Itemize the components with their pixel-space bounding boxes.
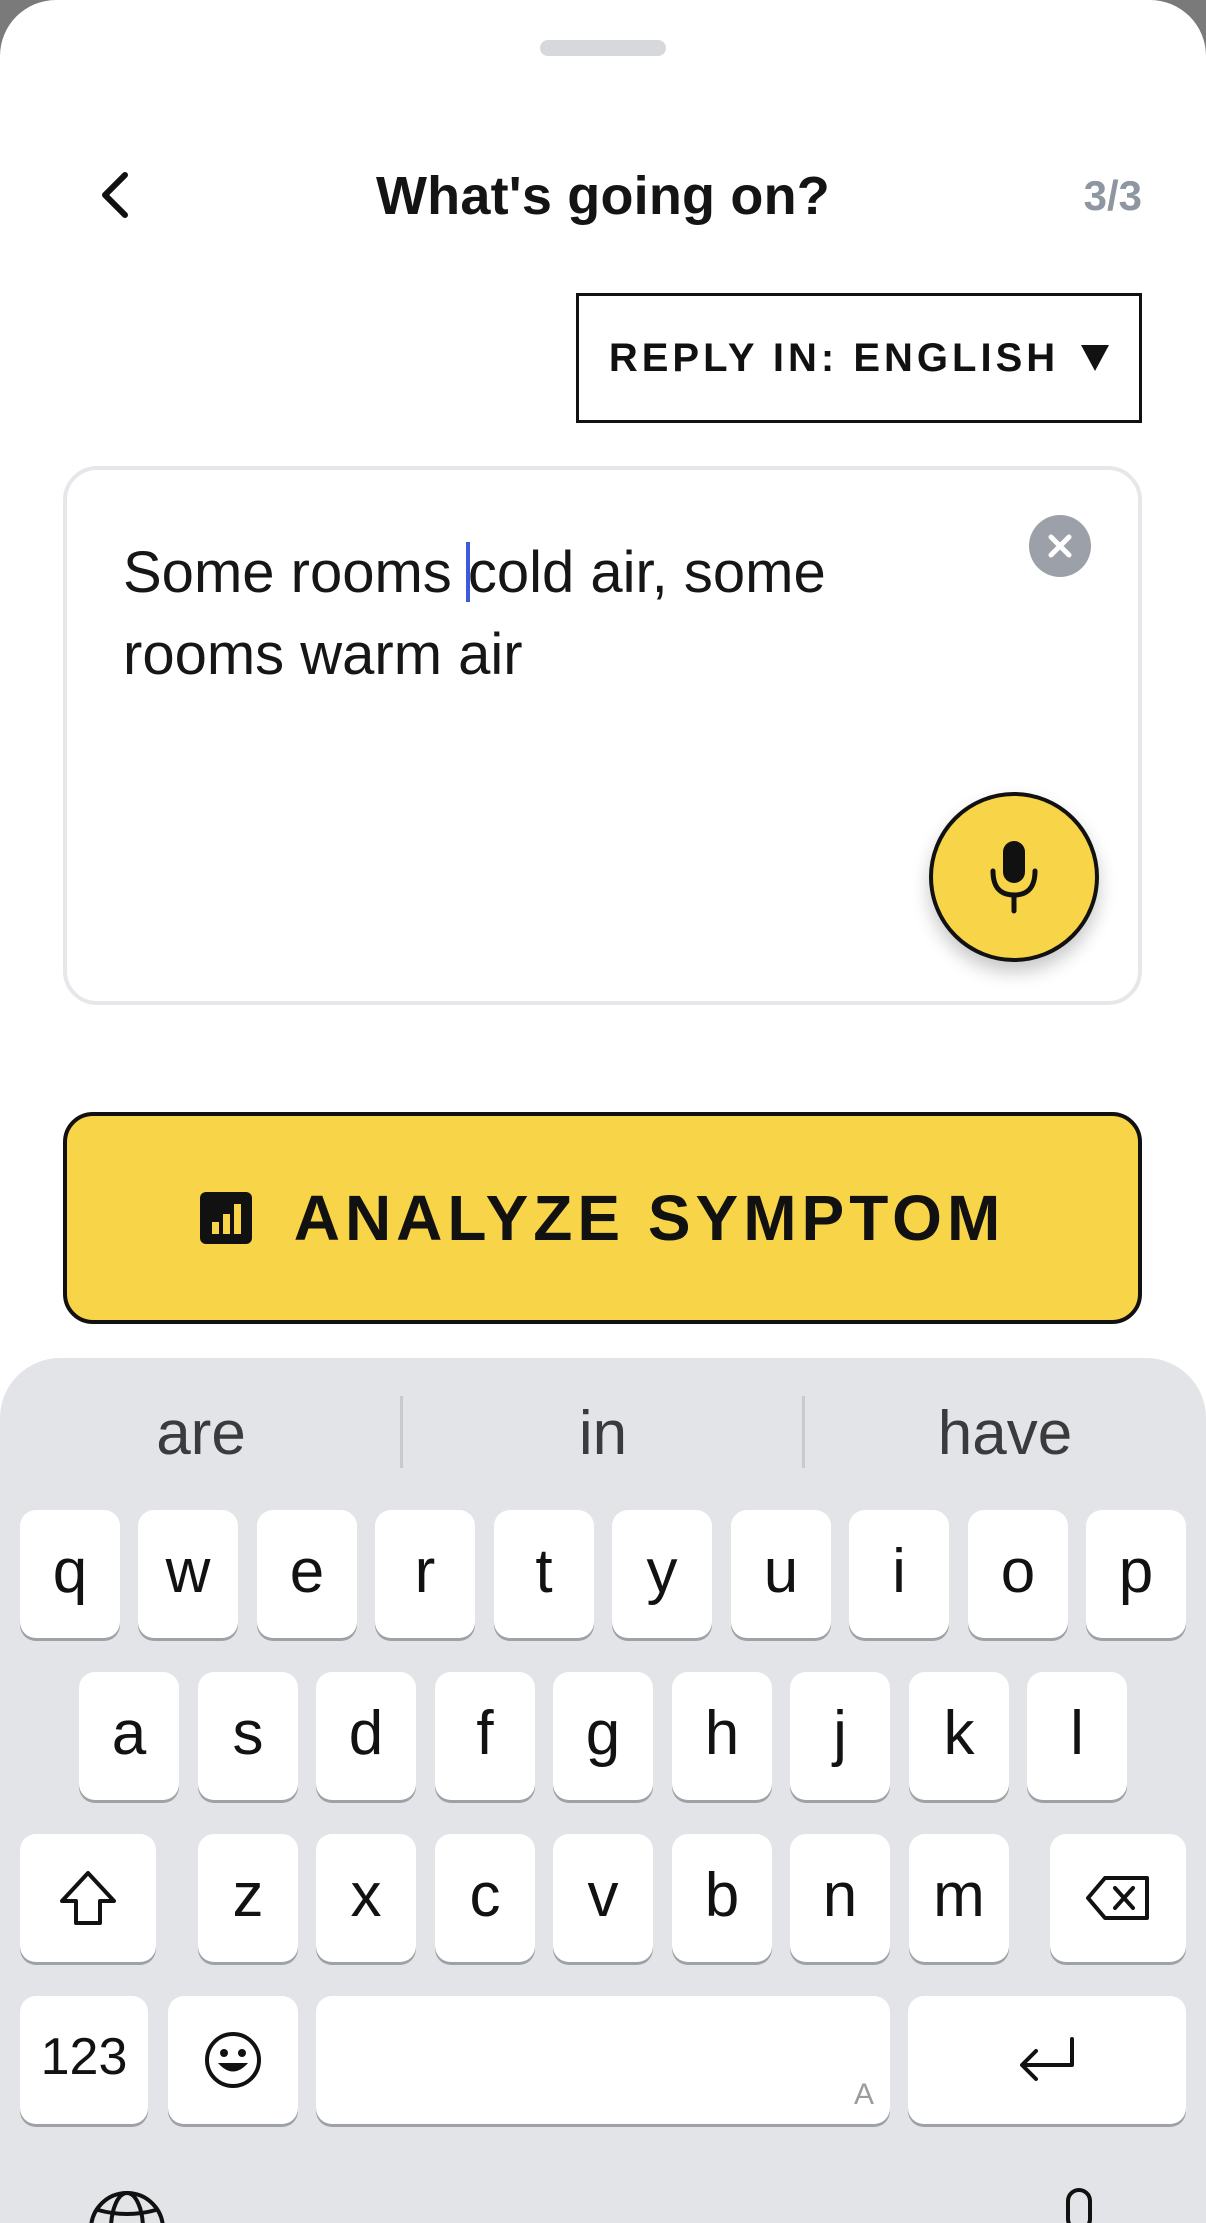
- key-label: u: [763, 1536, 799, 1606]
- key-label: a: [111, 1698, 147, 1768]
- return-key[interactable]: [908, 1996, 1186, 2124]
- key-label: g: [585, 1698, 621, 1768]
- shift-key[interactable]: [20, 1834, 156, 1962]
- key-m[interactable]: m: [909, 1834, 1009, 1962]
- key-q[interactable]: q: [20, 1510, 120, 1638]
- key-label: w: [165, 1536, 211, 1606]
- close-icon: [1048, 534, 1072, 558]
- key-i[interactable]: i: [849, 1510, 949, 1638]
- microphone-icon: [990, 841, 1038, 914]
- key-a[interactable]: a: [79, 1672, 179, 1800]
- suggestion-3[interactable]: have: [804, 1398, 1206, 1469]
- key-label: f: [476, 1698, 494, 1768]
- backspace-key[interactable]: [1050, 1834, 1186, 1962]
- key-label: v: [587, 1860, 619, 1930]
- key-label: c: [469, 1860, 501, 1930]
- key-x[interactable]: x: [316, 1834, 416, 1962]
- emoji-icon: [205, 2032, 261, 2088]
- key-h[interactable]: h: [672, 1672, 772, 1800]
- reply-language-dropdown[interactable]: REPLY IN: ENGLISH: [576, 293, 1142, 423]
- key-p[interactable]: p: [1086, 1510, 1186, 1638]
- numbers-key[interactable]: 123: [20, 1996, 148, 2124]
- suggestion-2[interactable]: in: [402, 1398, 804, 1469]
- key-t[interactable]: t: [494, 1510, 594, 1638]
- key-label: e: [289, 1536, 325, 1606]
- key-w[interactable]: w: [138, 1510, 238, 1638]
- key-u[interactable]: u: [731, 1510, 831, 1638]
- key-n[interactable]: n: [790, 1834, 890, 1962]
- space-key-hint: A: [853, 2078, 874, 2111]
- numbers-key-label: 123: [40, 2028, 128, 2086]
- suggestion-1[interactable]: are: [0, 1398, 402, 1469]
- key-y[interactable]: y: [612, 1510, 712, 1638]
- reply-language-label: REPLY IN: ENGLISH: [608, 335, 1060, 380]
- key-r[interactable]: r: [375, 1510, 475, 1638]
- key-d[interactable]: d: [316, 1672, 416, 1800]
- key-label: n: [822, 1860, 858, 1930]
- dictation-mic-icon[interactable]: [1062, 2188, 1096, 2223]
- key-k[interactable]: k: [909, 1672, 1009, 1800]
- key-label: x: [350, 1860, 382, 1930]
- key-s[interactable]: s: [198, 1672, 298, 1800]
- key-b[interactable]: b: [672, 1834, 772, 1962]
- chart-icon: [199, 1192, 252, 1244]
- symptom-textarea[interactable]: Some rooms cold air, some rooms warm air: [63, 466, 1142, 1005]
- clear-text-button[interactable]: [1029, 515, 1091, 577]
- key-label: y: [646, 1536, 678, 1606]
- key-c[interactable]: c: [435, 1834, 535, 1962]
- text-before-cursor: Some rooms: [123, 540, 468, 605]
- key-label: b: [704, 1860, 740, 1930]
- key-e[interactable]: e: [257, 1510, 357, 1638]
- backspace-icon: [1086, 1876, 1149, 1920]
- key-z[interactable]: z: [198, 1834, 298, 1962]
- bottom-sheet: What's going on? 3/3 REPLY IN: ENGLISH S…: [0, 0, 1206, 2223]
- key-j[interactable]: j: [790, 1672, 890, 1800]
- key-label: d: [348, 1698, 384, 1768]
- step-indicator: 3/3: [1083, 172, 1142, 219]
- key-g[interactable]: g: [553, 1672, 653, 1800]
- key-label: s: [232, 1698, 264, 1768]
- key-label: r: [414, 1536, 436, 1606]
- key-f[interactable]: f: [435, 1672, 535, 1800]
- emoji-key[interactable]: [168, 1996, 298, 2124]
- key-label: l: [1070, 1698, 1084, 1768]
- space-key[interactable]: A: [316, 1996, 890, 2124]
- key-o[interactable]: o: [968, 1510, 1068, 1638]
- sheet-grabber[interactable]: [540, 40, 666, 56]
- globe-icon[interactable]: [86, 2188, 168, 2223]
- key-label: m: [933, 1860, 985, 1930]
- key-label: j: [833, 1698, 847, 1768]
- key-label: k: [943, 1698, 975, 1768]
- key-label: i: [892, 1536, 906, 1606]
- analyze-symptom-label: ANALYZE SYMPTOM: [293, 1182, 1006, 1254]
- key-l[interactable]: l: [1027, 1672, 1127, 1800]
- key-label: o: [1000, 1536, 1036, 1606]
- key-label: q: [52, 1536, 88, 1606]
- on-screen-keyboard: are in have q w e r t y u i o p a s d f …: [0, 1358, 1206, 2223]
- symptom-text[interactable]: Some rooms cold air, some rooms warm air: [123, 532, 943, 696]
- analyze-symptom-button[interactable]: ANALYZE SYMPTOM: [63, 1112, 1142, 1324]
- key-v[interactable]: v: [553, 1834, 653, 1962]
- voice-input-button[interactable]: [929, 792, 1099, 962]
- key-label: t: [535, 1536, 553, 1606]
- caret-down-icon: [1081, 345, 1110, 371]
- key-label: z: [232, 1860, 264, 1930]
- key-label: p: [1118, 1536, 1154, 1606]
- page-title: What's going on?: [376, 166, 830, 226]
- shift-icon: [60, 1871, 116, 1925]
- return-icon: [1020, 2037, 1074, 2081]
- key-label: h: [704, 1698, 740, 1768]
